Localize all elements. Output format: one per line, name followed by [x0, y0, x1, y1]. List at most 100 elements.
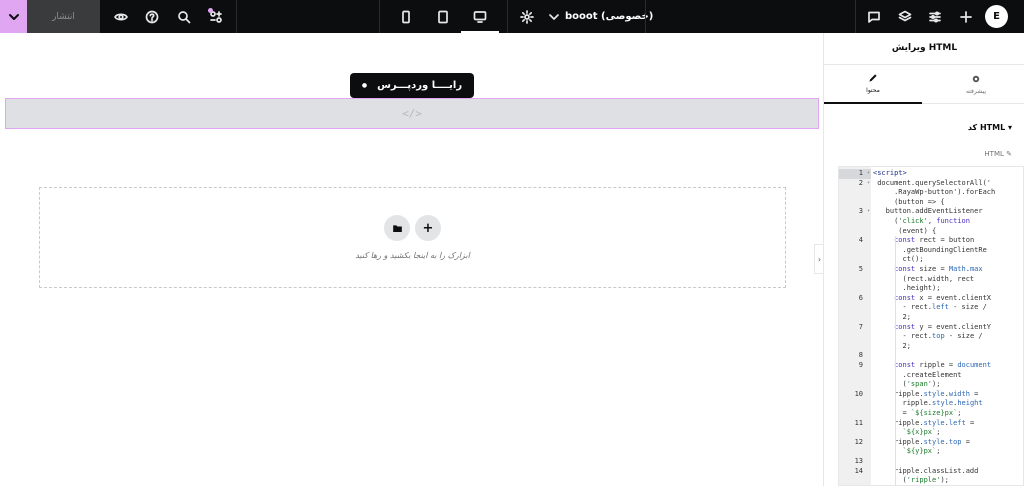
line-number-text: 4 [858, 236, 863, 245]
pencil-icon [869, 74, 877, 82]
section-badge-label: رایــــا وردپـــرس [377, 80, 463, 91]
line-number-text: 2 [858, 178, 863, 187]
line-number: 4 [839, 236, 871, 246]
code-line: ('click', function [873, 217, 970, 225]
notification-dot [208, 8, 213, 13]
page-settings-button[interactable] [513, 0, 541, 33]
code-line: - rect.left - size / [873, 303, 987, 312]
help-button[interactable] [139, 0, 165, 33]
notes-button[interactable] [862, 0, 886, 33]
divider [379, 0, 380, 33]
device-desktop-button[interactable] [461, 0, 499, 33]
fold-icon[interactable]: ▾ [867, 169, 870, 179]
desktop-icon [473, 10, 487, 23]
code-line: = `${size}px`; [873, 409, 962, 417]
empty-drop-zone[interactable] [39, 187, 786, 288]
line-number-text: 13 [854, 457, 863, 465]
tab-advanced[interactable]: پیشرفته [927, 65, 1024, 104]
drop-hint: ابزارک را به اینجا بکشید و رها کنید [355, 251, 470, 260]
tab-label: محتوا [866, 87, 880, 94]
chevron-down-icon [8, 13, 19, 20]
apps-button[interactable] [203, 0, 229, 33]
indent-guide [895, 236, 896, 485]
site-settings-button[interactable] [923, 0, 947, 33]
line-number: 5 [839, 265, 871, 275]
gear-icon [520, 9, 534, 24]
section-handle[interactable]: ● رایــــا وردپـــرس [350, 73, 474, 98]
line-number-text: 5 [858, 265, 863, 273]
code-line: button.addEventListener [873, 207, 983, 216]
code-line: .getBoundingClientRe [873, 245, 987, 254]
code-line: const rect = button [894, 236, 975, 245]
code-line: ripple.style.top = [873, 437, 970, 446]
line-number: 8 [839, 351, 871, 361]
document-title[interactable]: booot (خصوصی) [565, 0, 653, 33]
device-mobile-button[interactable] [387, 0, 425, 33]
code-editor[interactable]: 1 ▾ <script> 2 ▾ document.querySelectorAll('… [838, 166, 1024, 486]
line-number: 10 [839, 390, 871, 400]
code-line: <script> [873, 169, 907, 177]
html-field-label: HTML ✎ [984, 150, 1012, 158]
line-number: 2 ▾ [839, 179, 871, 189]
structure-button[interactable] [893, 0, 917, 33]
code-line: `${x}px`; [902, 428, 941, 437]
panel-title: ویرایش HTML [891, 43, 958, 53]
add-template-button[interactable] [384, 215, 410, 241]
code-line: (button => { [873, 197, 945, 206]
editor-panel: ویرایش HTML پیشرفته محتوا کد HTML ▾ HTML… [823, 33, 1024, 486]
sliders-icon [929, 10, 941, 23]
logo-text: E [993, 11, 1000, 22]
publish-button[interactable]: انتشار [27, 0, 100, 33]
line-number: 11 [839, 419, 871, 429]
fold-icon[interactable]: ▾ [867, 179, 870, 189]
code-line: const x = event.clientX [894, 293, 992, 302]
section-title[interactable]: کد HTML ▾ [968, 123, 1012, 132]
eye-icon [114, 13, 128, 20]
search-icon [178, 10, 191, 23]
html-widget[interactable]: </> [5, 98, 819, 129]
caret-down-icon: ▾ [1007, 123, 1012, 132]
document-dropdown-button[interactable] [546, 0, 562, 33]
bullet-icon: ● [361, 82, 368, 89]
code-line: .RayaWp-button').forEach [873, 188, 996, 197]
preview-button[interactable] [108, 0, 134, 33]
tab-label: پیشرفته [965, 88, 987, 95]
device-tablet-button[interactable] [424, 0, 462, 33]
line-number: 1 ▾ [839, 169, 871, 179]
tab-content[interactable]: محتوا [824, 65, 922, 104]
plus-icon [960, 10, 972, 23]
code-line: const size = Math.max [894, 265, 983, 273]
code-line: ripple.style.left = [873, 418, 975, 427]
line-number-text: 12 [854, 437, 863, 446]
panel-tabs: پیشرفته محتوا [824, 64, 1024, 104]
code-icon: </> [402, 107, 422, 120]
code-line: 2; [873, 313, 911, 321]
line-number: 14 [839, 467, 871, 477]
code-line: .createElement [873, 370, 962, 379]
line-number-text: 14 [854, 466, 863, 475]
folder-icon [392, 224, 402, 232]
line-number-text: 8 [858, 351, 863, 360]
publish-options-button[interactable] [0, 0, 27, 33]
layers-icon [898, 10, 912, 21]
code-line: ct(); [873, 255, 924, 264]
fold-icon[interactable]: ▾ [867, 207, 870, 217]
finder-button[interactable] [171, 0, 197, 33]
line-number: 7 [839, 323, 871, 333]
elementor-logo-icon[interactable]: E [985, 5, 1008, 28]
chevron-down-icon [549, 13, 559, 20]
help-icon [145, 10, 159, 23]
code-line: .height); [873, 284, 941, 293]
code-line: ripple.classList.add [873, 466, 979, 475]
top-bar: انتشار booot (خصوصی) E [0, 0, 1024, 33]
edit-icon: ✎ [1006, 150, 1012, 158]
code-line: document.querySelectorAll(' [873, 178, 992, 187]
line-number-text: 10 [854, 389, 863, 398]
chevron-right-icon: › [817, 254, 822, 264]
add-element-button[interactable] [954, 0, 978, 33]
line-number: 3 ▾ [839, 207, 871, 217]
code-line: `${y}px`; [902, 447, 941, 456]
add-section-button[interactable]: + [415, 215, 441, 241]
code-line: - rect.top - size / [873, 332, 983, 341]
code-line: (rect.width, rect [873, 274, 975, 283]
